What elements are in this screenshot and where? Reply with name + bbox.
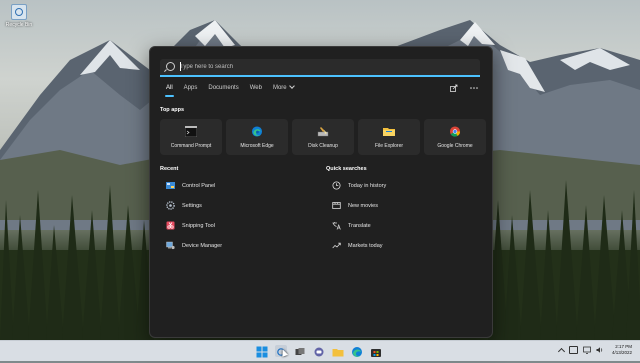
recent-item-device-manager[interactable]: Device Manager bbox=[166, 240, 222, 251]
disk-cleanup-icon bbox=[317, 127, 329, 137]
clock-date: 4/13/2022 bbox=[611, 350, 632, 355]
folder-icon bbox=[383, 128, 395, 136]
recent-item-snipping-tool[interactable]: Snipping Tool bbox=[166, 220, 222, 231]
search-icon bbox=[166, 62, 175, 71]
file-explorer-button[interactable] bbox=[332, 345, 344, 357]
search-box[interactable] bbox=[160, 59, 480, 77]
list-item-label: Control Panel bbox=[182, 182, 216, 189]
list-item-label: Today in history bbox=[348, 182, 387, 189]
volume-icon[interactable] bbox=[596, 346, 604, 354]
app-tile-disk-cleanup[interactable]: Disk Cleanup bbox=[292, 119, 354, 155]
filter-tabs: All Apps Documents Web More bbox=[165, 83, 305, 97]
edge-icon bbox=[352, 347, 362, 357]
panel-tools bbox=[450, 84, 478, 92]
folder-icon bbox=[332, 349, 344, 357]
windows-logo-icon bbox=[256, 346, 268, 358]
recent-list: Control Panel Settings Snipping Tool Dev… bbox=[166, 180, 222, 251]
app-tile-label: Google Chrome bbox=[437, 143, 473, 149]
quick-item-new-movies[interactable]: New movies bbox=[332, 200, 386, 211]
chat-button[interactable] bbox=[313, 345, 325, 357]
chat-icon bbox=[314, 347, 324, 357]
display-icon[interactable] bbox=[568, 346, 578, 354]
task-view-icon bbox=[295, 348, 305, 355]
edge-icon bbox=[251, 126, 263, 137]
chevron-up-icon[interactable] bbox=[557, 347, 566, 356]
markets-icon bbox=[332, 242, 341, 249]
app-tile-google-chrome[interactable]: Google Chrome bbox=[424, 119, 486, 155]
list-item-label: Device Manager bbox=[182, 242, 223, 249]
taskbar-apps bbox=[256, 345, 382, 358]
quick-searches-list: Today in history New movies Translate Ma… bbox=[332, 180, 386, 251]
recent-item-control-panel[interactable]: Control Panel bbox=[166, 180, 222, 191]
tab-all[interactable]: All bbox=[165, 85, 174, 97]
edge-button[interactable] bbox=[351, 345, 363, 357]
recycle-bin-icon bbox=[11, 4, 27, 20]
share-icon[interactable] bbox=[450, 84, 458, 92]
quick-item-markets-today[interactable]: Markets today bbox=[332, 240, 386, 251]
app-tile-label: Disk Cleanup bbox=[308, 143, 338, 149]
chevron-down-icon bbox=[288, 83, 295, 89]
translate-icon bbox=[332, 222, 341, 230]
start-button[interactable] bbox=[256, 345, 268, 358]
app-tile-label: Command Prompt bbox=[170, 143, 212, 149]
desktop-icon-label: Recycle Bin bbox=[5, 22, 33, 28]
command-prompt-icon bbox=[185, 126, 197, 137]
quick-item-translate[interactable]: Translate bbox=[332, 220, 386, 231]
recent-heading: Recent bbox=[160, 166, 179, 172]
search-panel: All Apps Documents Web More Top apps Com… bbox=[149, 46, 493, 338]
tab-more-label: More bbox=[272, 85, 287, 91]
taskbar: 2:17 PM 4/13/2022 bbox=[0, 340, 640, 361]
recent-item-settings[interactable]: Settings bbox=[166, 200, 222, 211]
store-icon bbox=[371, 349, 381, 357]
list-item-label: Snipping Tool bbox=[182, 222, 215, 229]
movie-icon bbox=[332, 202, 341, 209]
app-tile-label: File Explorer bbox=[374, 143, 404, 149]
clock-icon bbox=[332, 181, 341, 190]
desktop-icon-recycle-bin[interactable]: Recycle Bin bbox=[4, 4, 34, 28]
more-options-icon[interactable] bbox=[470, 84, 478, 92]
app-tile-label: Microsoft Edge bbox=[240, 143, 274, 149]
chrome-icon bbox=[449, 126, 461, 137]
tab-more[interactable]: More bbox=[272, 83, 295, 95]
control-panel-icon bbox=[166, 182, 175, 189]
tab-apps[interactable]: Apps bbox=[184, 85, 198, 95]
app-tile-microsoft-edge[interactable]: Microsoft Edge bbox=[226, 119, 288, 155]
list-item-label: Translate bbox=[348, 222, 371, 229]
device-manager-icon bbox=[166, 241, 175, 250]
top-apps-row: Command Prompt Microsoft Edge Disk Clean… bbox=[160, 119, 486, 155]
tab-documents[interactable]: Documents bbox=[208, 85, 238, 95]
network-icon[interactable] bbox=[583, 346, 591, 354]
list-item-label: Settings bbox=[182, 202, 202, 209]
gear-icon bbox=[166, 201, 175, 210]
search-input[interactable] bbox=[180, 61, 470, 73]
list-item-label: New movies bbox=[348, 202, 378, 209]
quick-item-today-in-history[interactable]: Today in history bbox=[332, 180, 386, 191]
task-view-button[interactable] bbox=[294, 345, 306, 357]
quick-searches-heading: Quick searches bbox=[326, 166, 367, 172]
system-tray: 2:17 PM 4/13/2022 bbox=[557, 344, 632, 356]
top-apps-heading: Top apps bbox=[160, 107, 185, 113]
app-tile-file-explorer[interactable]: File Explorer bbox=[358, 119, 420, 155]
taskbar-clock[interactable]: 2:17 PM 4/13/2022 bbox=[612, 344, 632, 356]
scissors-icon bbox=[166, 221, 175, 230]
app-tile-command-prompt[interactable]: Command Prompt bbox=[160, 119, 222, 155]
store-button[interactable] bbox=[370, 345, 382, 357]
tab-web[interactable]: Web bbox=[250, 85, 262, 95]
list-item-label: Markets today bbox=[348, 242, 383, 249]
